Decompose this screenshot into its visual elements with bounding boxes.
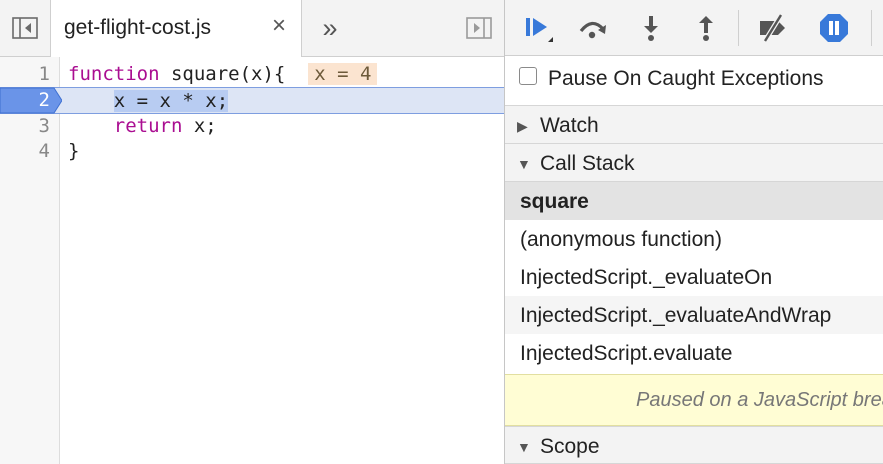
call-frame-label: InjectedScript.evaluate (520, 342, 733, 365)
code-line[interactable]: function square(x){ x = 4 (68, 61, 378, 87)
call-frame-label: square (520, 190, 589, 213)
code-line[interactable]: } (68, 138, 79, 164)
toolbar-divider (738, 10, 739, 46)
pause-on-exceptions-icon (820, 14, 848, 42)
pause-caught-exceptions-row[interactable]: Pause On Caught Exceptions (505, 57, 883, 106)
code-line-current[interactable]: x = x * x; (68, 88, 229, 114)
code-keyword: function (68, 63, 160, 85)
call-frame-selected[interactable]: square (505, 182, 883, 220)
call-frame[interactable]: InjectedScript._evaluateAndWrap (505, 296, 883, 334)
resume-button[interactable] (519, 8, 559, 48)
debugger-toolbar (505, 0, 883, 56)
code-text: square(x){ (159, 63, 286, 85)
code-line[interactable]: return x; (68, 113, 217, 139)
call-frame[interactable]: InjectedScript.evaluate (505, 334, 883, 372)
scope-section-header[interactable]: ▼ Scope (505, 426, 883, 464)
tab-get-flight-cost[interactable]: get-flight-cost.js × (50, 0, 302, 57)
editor-tab-bar: get-flight-cost.js × » (0, 0, 504, 57)
sidebar-toggle-right-icon (466, 17, 492, 39)
call-frame-label: InjectedScript._evaluateOn (520, 266, 773, 289)
step-into-icon (644, 16, 658, 41)
line-number-current[interactable]: 2 (0, 87, 50, 114)
line-number[interactable]: 4 (0, 138, 50, 164)
toggle-navigator-button[interactable] (0, 0, 50, 56)
deactivate-breakpoints-icon (760, 13, 785, 43)
pause-caught-exceptions-label: Pause On Caught Exceptions (548, 67, 824, 90)
call-frame-label: (anonymous function) (520, 228, 722, 251)
call-stack-section-header[interactable]: ▼ Call Stack (505, 144, 883, 182)
editor-pane: get-flight-cost.js × » 1 function square… (0, 0, 504, 464)
call-stack-section-title: Call Stack (540, 152, 635, 175)
step-out-button[interactable] (686, 8, 726, 48)
line-number[interactable]: 1 (0, 61, 50, 87)
scope-section-title: Scope (540, 435, 600, 458)
debugger-sidebar: Pause On Caught Exceptions ▶ Watch ▼ Cal… (505, 0, 883, 464)
code-text: } (68, 140, 80, 162)
paused-status-banner: Paused on a JavaScript breakpoint. (505, 374, 883, 426)
inline-variable-value: x = 4 (308, 63, 378, 85)
triangle-right-icon: ▶ (517, 118, 528, 134)
deactivate-breakpoints-button[interactable] (753, 8, 793, 48)
toggle-debugger-sidebar-button[interactable] (454, 0, 504, 56)
sidebar-toggle-icon (12, 17, 38, 39)
triangle-down-icon: ▼ (517, 439, 531, 455)
pause-caught-exceptions-checkbox[interactable] (519, 67, 537, 85)
call-frame[interactable]: (anonymous function) (505, 220, 883, 258)
tabs-overflow-button[interactable]: » (312, 0, 348, 56)
close-icon[interactable]: × (272, 14, 286, 38)
step-into-button[interactable] (631, 8, 671, 48)
call-frame[interactable]: InjectedScript._evaluateOn (505, 258, 883, 296)
step-over-button[interactable] (573, 8, 613, 48)
pause-on-exceptions-button[interactable] (814, 8, 854, 48)
step-out-icon (699, 16, 713, 41)
code-keyword: return (113, 115, 183, 137)
chevron-right-double-icon: » (322, 12, 338, 43)
triangle-down-icon: ▼ (517, 156, 531, 172)
toolbar-divider (871, 10, 872, 46)
code-text: x = x * x; (113, 90, 229, 112)
tab-label: get-flight-cost.js (64, 16, 212, 39)
watch-section-header[interactable]: ▶ Watch (505, 106, 883, 144)
resume-icon (526, 18, 553, 42)
paused-message: Paused on a JavaScript breakpoint. (636, 389, 883, 411)
step-over-icon (579, 21, 606, 39)
code-text: x; (182, 115, 217, 137)
line-number[interactable]: 3 (0, 113, 50, 139)
watch-section-title: Watch (540, 114, 599, 137)
call-frame-label: InjectedScript._evaluateAndWrap (520, 304, 832, 327)
